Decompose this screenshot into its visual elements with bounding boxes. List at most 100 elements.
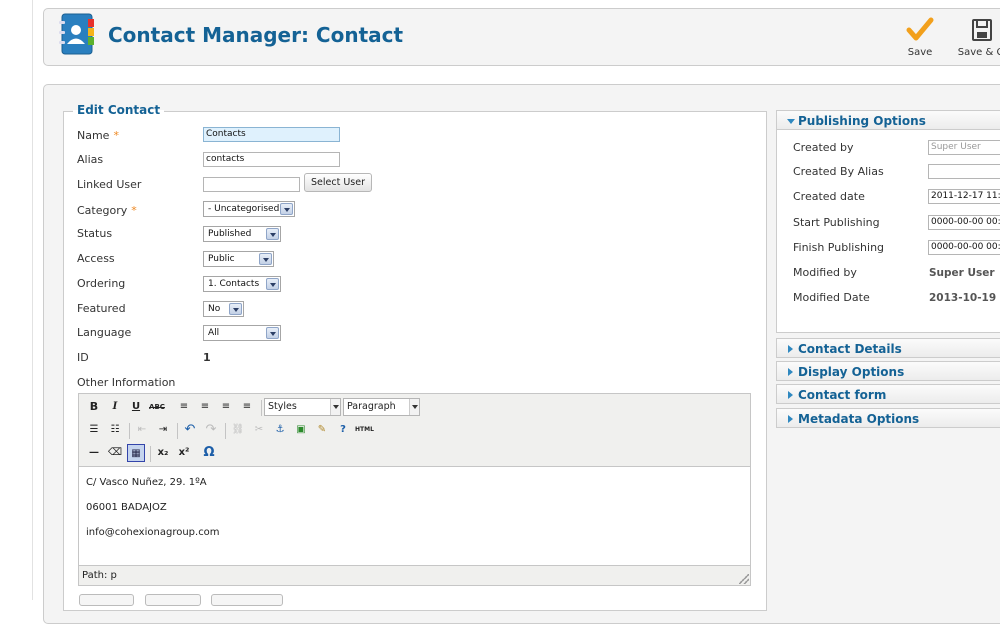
align-left-icon[interactable]: ≡	[175, 398, 193, 416]
bold-button[interactable]: B	[85, 398, 103, 416]
numbered-list-icon[interactable]: ☷	[106, 421, 124, 439]
editor-path-status: Path: p	[82, 570, 117, 581]
table-icon[interactable]: ▦	[127, 444, 145, 462]
format-select[interactable]: Paragraph	[343, 398, 420, 416]
page-title: Contact Manager: Contact	[108, 23, 404, 47]
chevron-down-icon	[266, 228, 279, 240]
created-by-alias-label: Created By Alias	[793, 165, 884, 178]
chevron-down-icon	[229, 303, 242, 315]
strikethrough-button[interactable]: ABC	[148, 398, 166, 416]
editor-toolbar-row-3: — ⌫ ▦ x₂ x² Ω	[83, 444, 748, 464]
select-user-button[interactable]: Select User	[304, 173, 372, 192]
chevron-down-icon	[280, 203, 293, 215]
horizontal-rule-icon[interactable]: —	[85, 444, 103, 462]
category-label: Category *	[77, 204, 137, 217]
created-by-label: Created by	[793, 141, 854, 154]
chevron-down-icon	[266, 278, 279, 290]
outdent-icon[interactable]: ⇤	[133, 421, 151, 439]
chevron-down-icon	[409, 399, 419, 415]
access-select[interactable]: Public	[203, 251, 274, 267]
category-select[interactable]: - Uncategorised	[203, 201, 295, 217]
special-character-button[interactable]: Ω	[200, 444, 218, 462]
featured-label: Featured	[77, 302, 126, 315]
collapsed-arrow-icon	[788, 391, 793, 399]
id-value: 1	[203, 351, 211, 364]
ordering-label: Ordering	[77, 277, 126, 290]
subscript-button[interactable]: x₂	[154, 444, 172, 462]
linked-user-field[interactable]	[203, 177, 300, 192]
align-right-icon[interactable]: ≡	[217, 398, 235, 416]
save-button[interactable]: Save	[890, 15, 950, 58]
editor-action-button[interactable]	[79, 594, 134, 606]
featured-select[interactable]: No	[203, 301, 244, 317]
metadata-options-header[interactable]: Metadata Options	[776, 408, 1000, 428]
created-by-alias-field[interactable]	[928, 164, 1000, 179]
modified-date-value: 2013-10-19 18	[929, 292, 1000, 304]
ordering-select[interactable]: 1. Contacts	[203, 276, 281, 292]
chevron-down-icon	[259, 253, 272, 265]
header-toolbar: Contact Manager: Contact Save Save & Cl	[43, 8, 1000, 66]
editor-action-button[interactable]	[211, 594, 283, 606]
finish-publishing-label: Finish Publishing	[793, 241, 885, 254]
created-date-field[interactable]: 2011-12-17 11:44	[928, 189, 1000, 204]
toolbar-separator	[225, 423, 226, 439]
contact-details-header[interactable]: Contact Details	[776, 338, 1000, 358]
alias-field[interactable]: contacts	[203, 152, 340, 167]
indent-icon[interactable]: ⇥	[154, 421, 172, 439]
resize-handle-icon[interactable]	[739, 574, 749, 584]
start-publishing-label: Start Publishing	[793, 216, 880, 229]
other-information-label: Other Information	[77, 376, 176, 389]
toolbar-separator	[177, 423, 178, 439]
finish-publishing-field[interactable]: 0000-00-00 00:00	[928, 240, 1000, 255]
bullet-list-icon[interactable]: ☰	[85, 421, 103, 439]
display-options-header[interactable]: Display Options	[776, 361, 1000, 381]
save-and-close-label: Save & Cl	[957, 47, 1000, 58]
link-icon[interactable]: ⛓	[229, 421, 247, 439]
toolbar-separator	[150, 446, 151, 462]
editor-action-button[interactable]	[145, 594, 201, 606]
collapsed-arrow-icon	[788, 368, 793, 376]
collapsed-arrow-icon	[788, 415, 793, 423]
redo-icon[interactable]: ↷	[202, 421, 220, 439]
cleanup-icon[interactable]: ✎	[313, 421, 331, 439]
underline-button[interactable]: U	[127, 398, 145, 416]
undo-icon[interactable]: ↶	[181, 421, 199, 439]
anchor-icon[interactable]: ⚓	[271, 421, 289, 439]
unlink-icon[interactable]: ✂	[250, 421, 268, 439]
modified-by-label: Modified by	[793, 266, 857, 279]
name-field[interactable]: Contacts	[203, 127, 340, 142]
styles-select[interactable]: Styles	[264, 398, 341, 416]
help-icon[interactable]: ?	[334, 421, 352, 439]
contact-form-header[interactable]: Contact form	[776, 384, 1000, 404]
align-center-icon[interactable]: ≡	[196, 398, 214, 416]
toolbar-separator	[261, 400, 262, 416]
page-left-border	[32, 0, 33, 600]
html-source-button[interactable]: HTML	[355, 421, 374, 439]
chevron-down-icon	[266, 327, 279, 339]
created-by-field[interactable]: Super User	[928, 140, 1000, 155]
align-justify-icon[interactable]: ≡	[238, 398, 256, 416]
content-line-email: info@cohexionagroup.com	[86, 527, 220, 538]
collapsed-arrow-icon	[788, 345, 793, 353]
start-publishing-field[interactable]: 0000-00-00 00:00	[928, 215, 1000, 230]
status-label: Status	[77, 227, 113, 240]
publishing-options-header[interactable]: Publishing Options	[776, 110, 1000, 130]
access-label: Access	[77, 252, 115, 265]
chevron-down-icon	[330, 399, 340, 415]
expanded-arrow-icon	[787, 119, 795, 124]
eraser-icon[interactable]: ⌫	[106, 444, 124, 462]
name-label: Name *	[77, 129, 119, 142]
status-select[interactable]: Published	[203, 226, 281, 242]
editor-content-area[interactable]: C/ Vasco Nuñez, 29. 1ºA 06001 BADAJOZ in…	[79, 466, 750, 566]
italic-button[interactable]: I	[106, 398, 124, 416]
modified-date-label: Modified Date	[793, 291, 870, 304]
created-date-label: Created date	[793, 190, 865, 203]
image-icon[interactable]: ▣	[292, 421, 310, 439]
required-marker: *	[113, 129, 119, 142]
superscript-button[interactable]: x²	[175, 444, 193, 462]
save-and-close-button[interactable]: Save & Cl	[952, 15, 1000, 58]
edit-contact-legend: Edit Contact	[73, 103, 165, 117]
alias-label: Alias	[77, 153, 104, 166]
id-label: ID	[77, 351, 89, 364]
language-select[interactable]: All	[203, 325, 281, 341]
